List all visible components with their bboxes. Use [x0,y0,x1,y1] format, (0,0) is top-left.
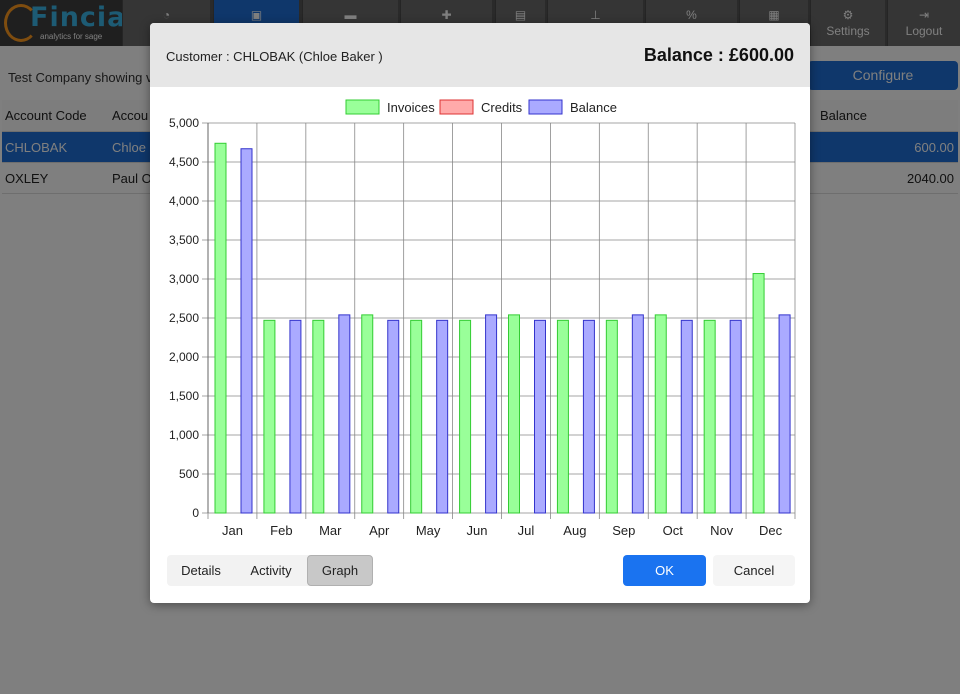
bar-invoices-sep[interactable] [605,319,618,514]
customer-balance-dialog: Customer : CHLOBAK (Chloe Baker ) Balanc… [150,23,810,603]
bar-balance-apr[interactable] [387,319,400,514]
dialog-header: Customer : CHLOBAK (Chloe Baker ) Balanc… [150,23,810,87]
legend-label-invoices[interactable]: Invoices [387,100,435,115]
x-tick-label: Dec [759,523,783,538]
bar-balance-aug[interactable] [582,319,595,514]
bar-invoices-oct[interactable] [654,314,667,514]
bar-balance-mar[interactable] [338,314,351,514]
bar-invoices-mar[interactable] [312,319,325,514]
x-tick-label: Mar [319,523,342,538]
legend-swatch-credits[interactable] [439,99,474,115]
x-tick-label: Sep [612,523,635,538]
bar-invoices-apr[interactable] [361,314,374,514]
tab-activity[interactable]: Activity [235,555,307,586]
y-tick-label: 1,000 [169,428,199,442]
chart-svg: 0 500 1,000 1,500 2,000 2,500 3,000 3,500 4,000 4… [169,99,796,538]
bar-balance-dec[interactable] [778,314,791,514]
legend-label-credits[interactable]: Credits [481,100,523,115]
y-tick-label: 0 [192,506,199,520]
bar-invoices-jul[interactable] [508,314,520,514]
legend-swatch-invoices[interactable] [345,99,380,115]
bar-invoices-jan[interactable] [214,142,227,514]
y-tick-label: 2,000 [169,350,199,364]
tab-details[interactable]: Details [167,555,235,586]
x-tick-label: May [416,523,441,538]
ok-button[interactable]: OK [623,555,706,586]
y-tick-label: 500 [179,467,199,481]
y-tick-label: 3,000 [169,272,199,286]
bar-balance-sep[interactable] [631,314,644,514]
bar-invoices-jun[interactable] [459,319,472,514]
x-tick-label: Nov [710,523,734,538]
monthly-balance-chart: 0 500 1,000 1,500 2,000 2,500 3,000 3,500 4,000 4… [150,93,810,553]
y-tick-label: 4,500 [169,155,199,169]
bar-balance-jan[interactable] [240,148,253,514]
legend-label-balance[interactable]: Balance [570,100,617,115]
cancel-button[interactable]: Cancel [713,555,795,586]
bar-balance-jun[interactable] [485,314,498,514]
x-tick-label: Oct [663,523,684,538]
x-tick-label: Apr [369,523,390,538]
y-tick-label: 1,500 [169,389,199,403]
balance-total: Balance : £600.00 [643,45,794,65]
bar-balance-nov[interactable] [729,319,742,514]
legend-swatch-balance[interactable] [528,99,563,115]
bar-balance-feb[interactable] [289,319,302,514]
y-tick-label: 5,000 [169,116,199,130]
tab-graph[interactable]: Graph [307,555,373,586]
y-tick-label: 3,500 [169,233,199,247]
dialog-tabs: Details Activity Graph [167,555,373,586]
x-tick-label: Aug [563,523,586,538]
bar-balance-jul[interactable] [534,319,546,514]
x-tick-label: Jan [222,523,243,538]
x-tick-label: Feb [270,523,292,538]
x-tick-label: Jun [467,523,488,538]
bar-invoices-aug[interactable] [556,319,569,514]
bar-invoices-dec[interactable] [752,273,765,514]
bar-invoices-feb[interactable] [263,319,276,514]
bar-invoices-nov[interactable] [703,319,716,514]
bar-balance-oct[interactable] [680,319,693,514]
bar-balance-may[interactable] [436,319,449,514]
bar-invoices-may[interactable] [410,319,423,514]
y-tick-label: 2,500 [169,311,199,325]
x-tick-label: Jul [518,523,535,538]
customer-title: Customer : CHLOBAK (Chloe Baker ) [166,49,383,64]
y-tick-label: 4,000 [169,194,199,208]
